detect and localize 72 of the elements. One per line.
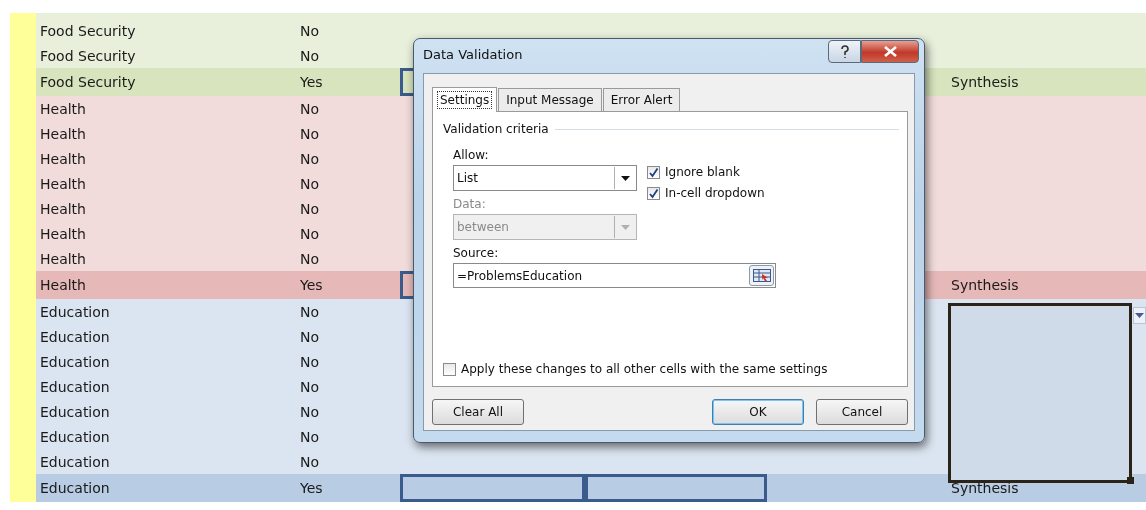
clear-all-button[interactable]: Clear All bbox=[432, 399, 524, 425]
table-cell-text: Health bbox=[39, 225, 86, 242]
checkbox[interactable] bbox=[647, 165, 660, 179]
help-icon bbox=[839, 44, 850, 59]
dropdown-arrow-icon bbox=[620, 175, 630, 181]
checkbox[interactable] bbox=[647, 186, 660, 200]
source-field[interactable]: =ProblemsEducation bbox=[453, 263, 776, 288]
table-cell-text: No bbox=[299, 453, 320, 470]
cell-dropdown-button[interactable] bbox=[1133, 307, 1146, 324]
table-cell-text: Education bbox=[39, 403, 110, 420]
range-picker-icon bbox=[752, 269, 771, 282]
checkbox-label[interactable]: Ignore blank bbox=[665, 165, 740, 179]
close-icon bbox=[883, 46, 897, 57]
table-cell-text: Education bbox=[39, 428, 110, 445]
table-cell-text: No bbox=[299, 303, 320, 320]
table-cell-text: Health bbox=[39, 125, 86, 142]
table-cell-text: Synthesis bbox=[950, 74, 1019, 90]
table-cell-text: Health bbox=[39, 277, 86, 293]
table-cell-text: No bbox=[299, 150, 320, 167]
table-cell-text: No bbox=[299, 328, 320, 345]
table-cell-text: Yes bbox=[299, 277, 323, 293]
table-cell-text: Food Security bbox=[39, 47, 136, 64]
tab[interactable]: Error Alert bbox=[602, 88, 681, 111]
field-label: Allow: bbox=[453, 148, 490, 162]
table-cell-text: No bbox=[299, 200, 320, 217]
checkbox[interactable] bbox=[443, 362, 456, 376]
table-cell-text: No bbox=[299, 403, 320, 420]
table-cell-text: Education bbox=[39, 328, 110, 345]
fill-handle[interactable] bbox=[1127, 477, 1134, 484]
table-cell-text: Education bbox=[39, 480, 110, 496]
field-label: Source: bbox=[453, 246, 500, 260]
table-cell-text: No bbox=[299, 353, 320, 370]
dropdown-arrow-icon bbox=[1135, 313, 1144, 318]
table-cell-text: Synthesis bbox=[950, 277, 1019, 293]
range-picker-button[interactable] bbox=[749, 265, 774, 286]
window-title: Data Validation bbox=[423, 47, 523, 62]
table-cell-text: No bbox=[299, 125, 320, 142]
table-cell-text: Yes bbox=[299, 74, 323, 90]
help-button[interactable] bbox=[828, 40, 861, 63]
table-cell-text: No bbox=[299, 47, 320, 64]
selected-cell[interactable] bbox=[948, 303, 1132, 483]
dropdown-arrow-icon bbox=[620, 224, 630, 230]
close-button[interactable] bbox=[861, 40, 919, 63]
table-cell-text: No bbox=[299, 22, 320, 39]
table-cell-text: Health bbox=[39, 250, 86, 267]
checkbox-label[interactable]: Apply these changes to all other cells with the same settings bbox=[461, 362, 828, 376]
table-cell-text: Education bbox=[39, 353, 110, 370]
table-cell-text: No bbox=[299, 378, 320, 395]
table-cell-text: No bbox=[299, 250, 320, 267]
allow-dropdown[interactable]: List bbox=[453, 165, 637, 191]
table-cell-text: Education bbox=[39, 303, 110, 320]
table-cell-text: Health bbox=[39, 150, 86, 167]
checkbox-label[interactable]: In-cell dropdown bbox=[665, 186, 765, 200]
table-cell-text: No bbox=[299, 428, 320, 445]
table-cell-text: Food Security bbox=[39, 74, 136, 90]
table-cell-text: Health bbox=[39, 100, 86, 117]
dialog-button[interactable]: Cancel bbox=[816, 399, 908, 425]
table-cell-text: Education bbox=[39, 453, 110, 470]
table-cell-text: Health bbox=[39, 175, 86, 192]
dialog-button[interactable]: OK bbox=[712, 399, 804, 425]
tab[interactable]: Settings bbox=[432, 87, 498, 112]
field-label: Data: bbox=[453, 197, 487, 211]
table-cell-text: No bbox=[299, 225, 320, 242]
table-cell-text: No bbox=[299, 175, 320, 192]
table-cell-text: Food Security bbox=[39, 22, 136, 39]
table-cell-text: No bbox=[299, 100, 320, 117]
section-title: Validation criteria bbox=[443, 122, 549, 136]
table-cell-text: Synthesis bbox=[950, 480, 1019, 496]
table-cell-text: Education bbox=[39, 378, 110, 395]
tab[interactable]: Input Message bbox=[498, 88, 602, 111]
table-cell-text: Yes bbox=[299, 480, 323, 496]
table-cell-text: Health bbox=[39, 200, 86, 217]
